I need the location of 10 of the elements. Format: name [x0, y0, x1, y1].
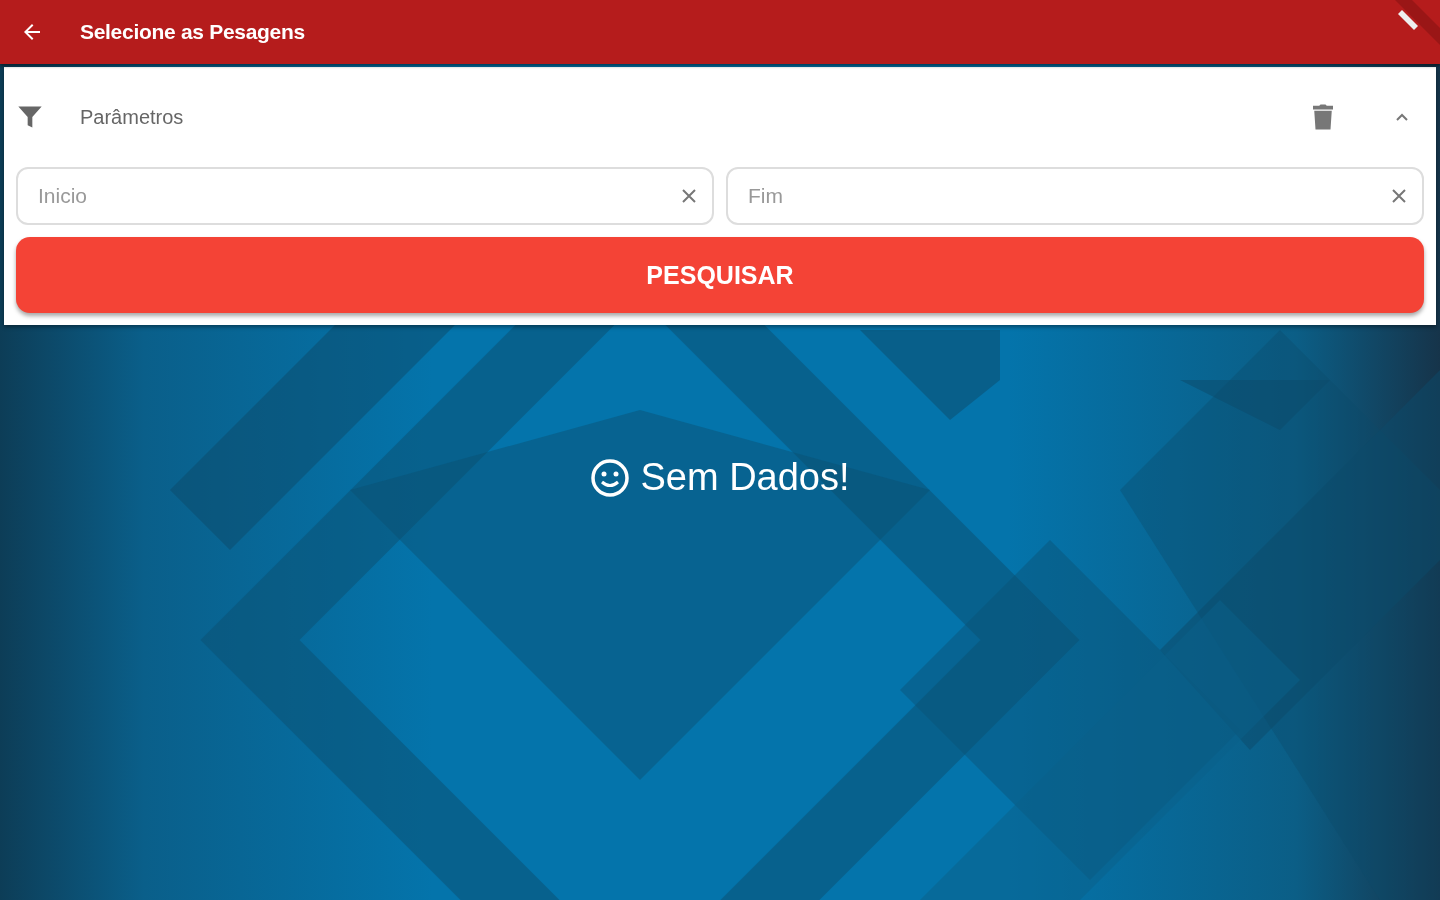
delete-button[interactable]: [1310, 102, 1336, 132]
smiley-icon: [590, 457, 631, 498]
date-field[interactable]: Inicio: [16, 167, 714, 225]
panel-title: Parâmetros: [80, 105, 185, 129]
clear-icon[interactable]: [680, 187, 698, 205]
empty-message: Sem Dados!: [640, 456, 850, 499]
search-button[interactable]: PESQUISAR: [16, 237, 1424, 313]
clear-icon[interactable]: [1390, 187, 1408, 205]
date-field[interactable]: Fim: [726, 167, 1424, 225]
app-bar-title: Selecione as Pesagens: [80, 20, 305, 44]
